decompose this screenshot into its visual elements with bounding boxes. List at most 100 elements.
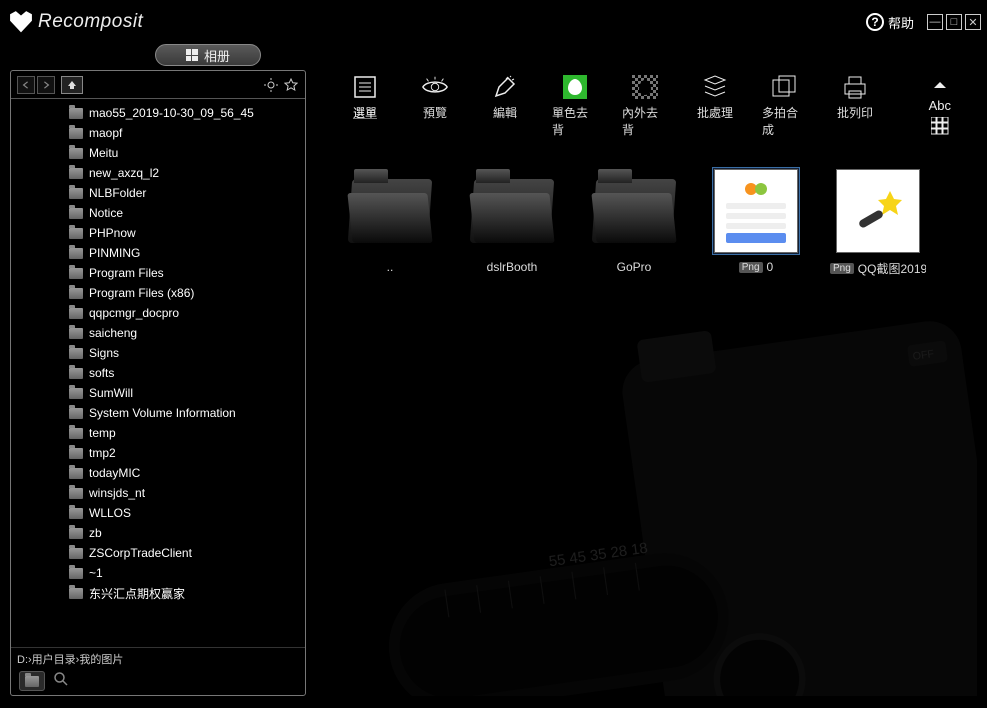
tool-batch[interactable]: 批處理 <box>692 74 738 121</box>
thumbnail[interactable]: PngQQ截图2019… <box>830 168 926 277</box>
folder-item[interactable]: Notice <box>11 203 305 223</box>
grid-view-button[interactable] <box>931 117 949 140</box>
folder-item[interactable]: ~1 <box>11 563 305 583</box>
folder-item[interactable]: NLBFolder <box>11 183 305 203</box>
folder-item-label: Meitu <box>89 146 118 160</box>
folder-item-label: qqpcmgr_docpro <box>89 306 179 320</box>
thumbnail-preview <box>713 168 799 254</box>
svg-text:OFF: OFF <box>912 348 935 363</box>
tool-bg-inout[interactable]: 內外去背 <box>622 74 668 138</box>
folder-panel-bottom <box>11 667 305 695</box>
collapse-icon[interactable] <box>933 76 947 94</box>
folder-item[interactable]: new_axzq_l2 <box>11 163 305 183</box>
folder-item[interactable]: 东兴汇点期权赢家 <box>11 583 305 603</box>
folder-icon <box>69 208 83 219</box>
edit-icon <box>491 74 519 100</box>
help-label: 帮助 <box>888 13 914 32</box>
folder-item-label: ZSCorpTradeClient <box>89 546 192 560</box>
folder-item[interactable]: System Volume Information <box>11 403 305 423</box>
thumbnail-preview <box>347 168 433 254</box>
thumbnail-label: Png0 <box>739 260 773 274</box>
folder-item-label: SumWill <box>89 386 133 400</box>
album-tab[interactable]: 相册 <box>155 44 261 66</box>
folder-item[interactable]: ZSCorpTradeClient <box>11 543 305 563</box>
folder-item-label: todayMIC <box>89 466 140 480</box>
thumbnail[interactable]: .. <box>342 168 438 277</box>
star-icon[interactable] <box>283 77 299 93</box>
folder-item[interactable]: temp <box>11 423 305 443</box>
folder-item[interactable]: softs <box>11 363 305 383</box>
folder-icon <box>25 676 39 687</box>
content-panel: 55 45 35 28 18 OFF 選單預覽編輯單色去背內外去背批處理多拍合成… <box>316 70 977 696</box>
folder-item[interactable]: todayMIC <box>11 463 305 483</box>
thumbnail-preview <box>835 168 921 254</box>
folder-item-label: NLBFolder <box>89 186 146 200</box>
folder-icon <box>69 328 83 339</box>
current-path: D:›用户目录›我的图片 <box>11 647 305 667</box>
nav-up-button[interactable] <box>61 76 83 94</box>
search-icon[interactable] <box>53 671 69 692</box>
tool-label: 內外去背 <box>622 104 668 138</box>
thumbnail-label: PngQQ截图2019… <box>830 260 926 277</box>
tool-label: 單色去背 <box>552 104 598 138</box>
folder-item-label: Program Files <box>89 266 164 280</box>
folder-item[interactable]: tmp2 <box>11 443 305 463</box>
folder-item[interactable]: WLLOS <box>11 503 305 523</box>
folder-icon <box>69 388 83 399</box>
folder-item-label: new_axzq_l2 <box>89 166 159 180</box>
thumbnail-label: GoPro <box>617 260 652 274</box>
folder-icon <box>69 408 83 419</box>
bg-solid-icon <box>561 74 589 100</box>
main-area: mao55_2019-10-30_09_56_45maopf Meitu new_a… <box>10 70 977 696</box>
tool-menu[interactable]: 選單 <box>342 74 388 121</box>
folder-item-label: PINMING <box>89 246 140 260</box>
folder-icon <box>69 288 83 299</box>
tool-bg-solid[interactable]: 單色去背 <box>552 74 598 138</box>
folder-item[interactable]: SumWill <box>11 383 305 403</box>
center-bar: 相册 <box>0 44 987 68</box>
folder-item[interactable]: zb <box>11 523 305 543</box>
folder-item[interactable]: maopf <box>11 123 305 143</box>
tool-preview[interactable]: 預覽 <box>412 74 458 121</box>
folder-item[interactable]: PINMING <box>11 243 305 263</box>
thumbnail[interactable]: dslrBooth <box>464 168 560 277</box>
folder-item[interactable]: saicheng <box>11 323 305 343</box>
window-controls: ? 帮助 — □ ✕ <box>866 13 981 32</box>
folder-item[interactable]: Signs <box>11 343 305 363</box>
folder-item[interactable]: Meitu <box>11 143 305 163</box>
thumbnail-label: dslrBooth <box>487 260 538 274</box>
close-button[interactable]: ✕ <box>965 14 981 30</box>
folder-item-label: tmp2 <box>89 446 116 460</box>
tool-multi[interactable]: 多拍合成 <box>762 74 808 138</box>
folder-mode-button[interactable] <box>19 671 45 691</box>
text-size-button[interactable]: Abc <box>929 98 951 113</box>
app-name: Recomposit <box>38 11 143 33</box>
tool-print[interactable]: 批列印 <box>832 74 878 121</box>
nav-forward-button[interactable] <box>37 76 55 94</box>
bg-inout-icon <box>631 74 659 100</box>
titlebar: Recomposit ? 帮助 — □ ✕ <box>0 0 987 44</box>
tool-edit[interactable]: 編輯 <box>482 74 528 121</box>
folder-icon <box>69 548 83 559</box>
folder-item[interactable]: Program Files <box>11 263 305 283</box>
maximize-button[interactable]: □ <box>946 14 962 30</box>
folder-icon <box>69 508 83 519</box>
thumbnail[interactable]: Png0 <box>708 168 804 277</box>
folder-item[interactable]: qqpcmgr_docpro <box>11 303 305 323</box>
folder-toolbar <box>11 71 305 99</box>
minimize-button[interactable]: — <box>927 14 943 30</box>
tool-label: 批列印 <box>837 104 873 121</box>
help-link[interactable]: ? 帮助 <box>866 13 914 32</box>
folder-icon <box>69 528 83 539</box>
folder-list[interactable]: mao55_2019-10-30_09_56_45maopf Meitu new_a… <box>11 99 305 647</box>
folder-item[interactable]: Program Files (x86) <box>11 283 305 303</box>
light-icon[interactable] <box>263 77 279 93</box>
folder-icon <box>69 488 83 499</box>
thumbnail[interactable]: GoPro <box>586 168 682 277</box>
folder-icon <box>69 188 83 199</box>
folder-item[interactable]: winsjds_nt <box>11 483 305 503</box>
tool-label: 編輯 <box>493 104 517 121</box>
folder-item[interactable]: mao55_2019-10-30_09_56_45 <box>11 103 305 123</box>
nav-back-button[interactable] <box>17 76 35 94</box>
folder-item[interactable]: PHPnow <box>11 223 305 243</box>
